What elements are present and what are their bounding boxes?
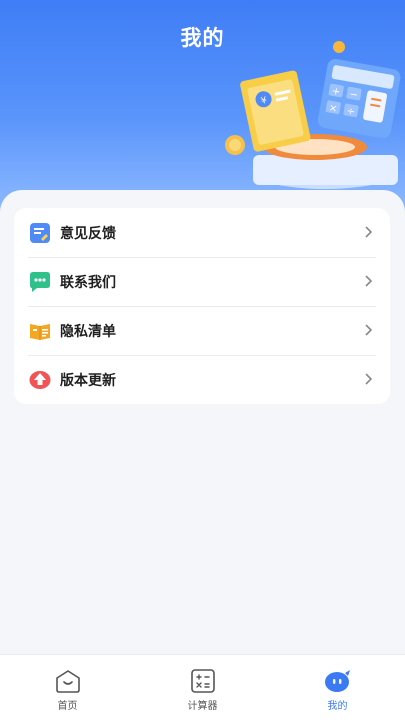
- menu-item-label: 隐私清单: [60, 323, 116, 340]
- tab-home[interactable]: 首页: [0, 655, 135, 720]
- chevron-right-icon: [365, 275, 372, 287]
- feedback-edit-icon: [30, 222, 50, 243]
- tab-mine[interactable]: 我的: [270, 655, 405, 720]
- finance-calculator-illustration: ¥ + − × ÷: [225, 41, 401, 189]
- tab-calculator[interactable]: 计算器: [135, 655, 270, 720]
- menu-item-label: 版本更新: [60, 372, 116, 389]
- upgrade-arrow-icon: [29, 370, 51, 389]
- privacy-list-icon: [30, 323, 50, 340]
- menu-item-version-update[interactable]: 版本更新: [14, 355, 390, 404]
- settings-menu-card: 意见反馈 联系我们 隐私清单 版本更新: [14, 208, 390, 404]
- bottom-tab-bar: 首页 计算器 我的: [0, 654, 405, 720]
- menu-item-label: 意见反馈: [60, 225, 116, 242]
- menu-item-label: 联系我们: [60, 274, 116, 291]
- chat-bubble-icon: [30, 271, 50, 292]
- tab-label: 首页: [57, 701, 78, 712]
- menu-item-contact-us[interactable]: 联系我们: [14, 257, 390, 306]
- chevron-right-icon: [365, 373, 372, 385]
- calculator-icon: [190, 669, 215, 693]
- mine-avatar-icon: [324, 670, 350, 692]
- header-banner: 我的 ¥ + − × ÷: [0, 0, 405, 215]
- chevron-right-icon: [365, 324, 372, 336]
- menu-item-feedback[interactable]: 意见反馈: [14, 208, 390, 257]
- tab-label: 计算器: [187, 701, 218, 712]
- home-icon: [55, 670, 80, 693]
- tab-label: 我的: [327, 701, 348, 712]
- chevron-right-icon: [365, 226, 372, 238]
- menu-item-privacy-list[interactable]: 隐私清单: [14, 306, 390, 355]
